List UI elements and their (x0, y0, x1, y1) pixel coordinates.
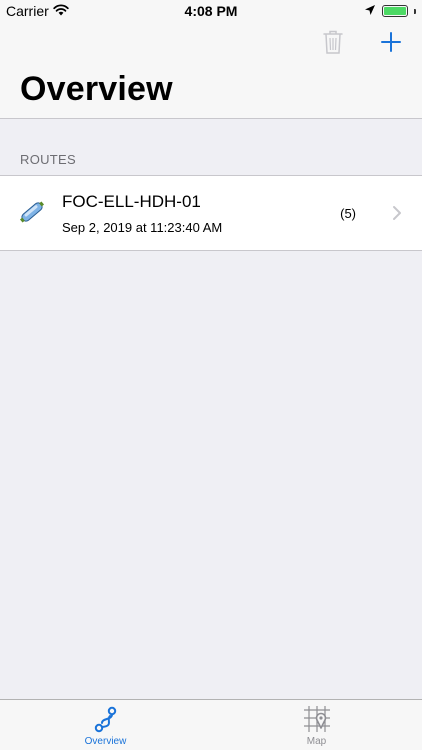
tab-map[interactable]: Map (211, 700, 422, 750)
add-button[interactable] (376, 29, 406, 59)
status-time: 4:08 PM (184, 3, 238, 19)
nav-actions (318, 28, 422, 60)
battery-icon (382, 5, 408, 17)
plus-icon (381, 31, 401, 57)
tab-overview[interactable]: Overview (0, 700, 211, 750)
routes-list: FOC-ELL-HDH-01 Sep 2, 2019 at 11:23:40 A… (0, 175, 422, 251)
trash-button[interactable] (318, 29, 348, 59)
status-bar: Carrier 4:08 PM (0, 0, 422, 22)
chevron-right-icon (392, 205, 402, 221)
route-date: Sep 2, 2019 at 11:23:40 AM (62, 220, 223, 235)
route-count: (5) (340, 206, 356, 221)
tab-label-map: Map (306, 736, 327, 747)
battery-tip (414, 8, 416, 14)
trash-icon (322, 29, 344, 60)
tab-bar: Overview Map (0, 699, 422, 750)
status-right (364, 3, 416, 19)
routes-section-header: ROUTES (20, 152, 76, 167)
list-item-route[interactable]: FOC-ELL-HDH-01 Sep 2, 2019 at 11:23:40 A… (0, 176, 422, 250)
battery-fill (384, 7, 406, 15)
cable-route-icon (18, 198, 46, 226)
page-title: Overview (20, 70, 173, 108)
map-pin-icon (301, 704, 333, 734)
tab-label-overview: Overview (84, 736, 127, 747)
location-arrow-icon (364, 3, 376, 19)
route-path-icon (90, 704, 122, 734)
navigation-bar: Overview (0, 22, 422, 119)
route-name: FOC-ELL-HDH-01 (62, 192, 201, 211)
